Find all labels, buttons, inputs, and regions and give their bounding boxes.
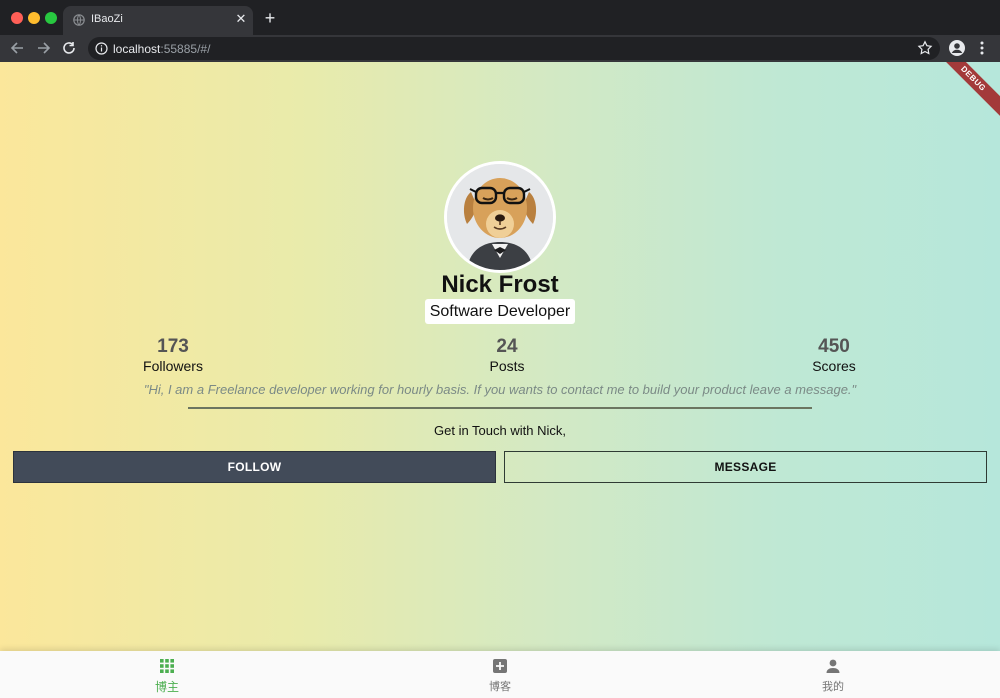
stat-label: Followers [143, 358, 203, 374]
forward-arrow-icon[interactable] [33, 38, 53, 58]
stat-posts: 24 Posts [447, 336, 567, 374]
stat-value: 450 [818, 336, 850, 357]
nav-label: 博主 [154, 680, 179, 694]
info-icon[interactable] [95, 42, 108, 55]
browser-tab-bar: IBaoZi ✕ + [0, 0, 1000, 35]
message-button[interactable]: MESSAGE [504, 451, 987, 483]
stat-label: Posts [489, 358, 525, 374]
add-box-icon [493, 659, 507, 673]
globe-icon [73, 14, 85, 26]
stat-followers: 173 Followers [113, 336, 233, 374]
profile-role: Software Developer [424, 299, 576, 324]
account-icon[interactable] [948, 39, 966, 57]
bottom-navigation: 博主 博客 我的 [0, 651, 1000, 698]
close-window-button[interactable] [11, 12, 23, 24]
apps-grid-icon [160, 659, 174, 673]
person-icon [826, 659, 840, 673]
minimize-window-button[interactable] [28, 12, 40, 24]
nav-label: 博客 [489, 680, 511, 693]
browser-tab[interactable]: IBaoZi ✕ [63, 6, 253, 35]
nav-item-bloggers[interactable]: 博主 [107, 651, 227, 698]
address-bar[interactable]: localhost:55885/#/ [88, 37, 940, 60]
tab-title: IBaoZi [91, 13, 123, 25]
new-tab-icon[interactable]: + [262, 9, 278, 27]
url-text: localhost:55885/#/ [113, 42, 211, 56]
app-viewport: DEBUG Nick Frost Software Developer 173 … [0, 62, 1000, 698]
more-menu-icon[interactable] [975, 39, 989, 57]
maximize-window-button[interactable] [45, 12, 57, 24]
dog-with-glasses-avatar-icon [447, 164, 553, 270]
nav-item-blog[interactable]: 博客 [440, 651, 560, 698]
nav-item-mine[interactable]: 我的 [773, 651, 893, 698]
stat-value: 24 [496, 336, 518, 357]
bookmark-star-icon[interactable] [917, 40, 933, 56]
bio-quote: "Hi, I am a Freelance developer working … [143, 382, 857, 397]
stat-scores: 450 Scores [774, 336, 894, 374]
nav-label: 我的 [822, 680, 844, 693]
profile-role-wrap: Software Developer [0, 299, 1000, 324]
reload-icon[interactable] [59, 38, 79, 58]
stat-label: Scores [812, 358, 856, 374]
stat-value: 173 [157, 336, 189, 357]
follow-button[interactable]: FOLLOW [13, 451, 496, 483]
divider [188, 407, 812, 409]
profile-name: Nick Frost [441, 271, 559, 298]
close-tab-icon[interactable]: ✕ [234, 11, 248, 27]
browser-toolbar: localhost:55885/#/ [0, 35, 1000, 62]
avatar [444, 161, 556, 273]
debug-banner: DEBUG [929, 62, 1000, 123]
contact-prompt: Get in Touch with Nick, [434, 423, 566, 438]
back-arrow-icon[interactable] [8, 38, 28, 58]
